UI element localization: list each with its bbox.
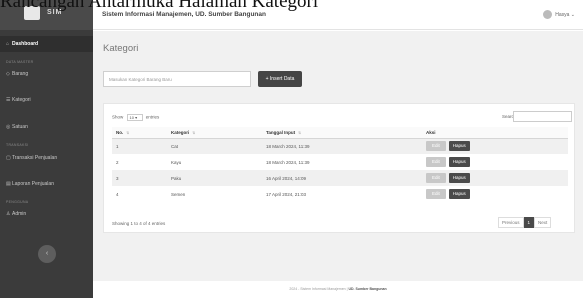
pagination: Previous 1 Next — [498, 217, 552, 228]
delete-button[interactable]: Hapus — [448, 189, 470, 199]
cell-tanggal: 16 April 2024, 14:09 — [262, 170, 422, 186]
entries-info: Showing 1 to 4 of 4 entries — [112, 221, 166, 226]
edit-button[interactable]: Edit — [426, 173, 446, 183]
insert-data-button[interactable]: + Insert Data — [258, 71, 302, 87]
sidebar-item-label: Kategori — [12, 97, 31, 103]
cell-tanggal: 18 March 2024, 11:39 — [266, 159, 310, 165]
sidebar-item-label: Laporan Penjualan — [12, 181, 54, 187]
caption-text: Rancangan Antarmuka Halaman Kategori — [0, 0, 319, 12]
sidebar-item-kategori[interactable]: ☰ Kategori — [0, 92, 93, 108]
app-window: SIM ⌂ Dashboard DATA MASTER ◇ Barang ☰ Kate… — [0, 0, 583, 298]
show-label: Show — [112, 114, 124, 120]
sidebar-item-transaksi-penjualan[interactable]: ▢Transaksi Penjualan — [0, 150, 93, 166]
sidebar-item-admin[interactable]: ♙ Admin — [0, 206, 93, 222]
main-content: Kategori + Insert Data Show 10 ▾ entries… — [93, 31, 583, 298]
previous-page-button[interactable]: Previous — [498, 217, 524, 228]
cell-no: 3 — [112, 170, 167, 186]
entries-label: entries — [145, 114, 160, 120]
cell-kategori: Semen — [171, 191, 186, 197]
user-name: Hasya — [555, 11, 570, 18]
cell-no: 1 — [112, 138, 167, 154]
entries-control: Show 10 ▾ entries — [112, 114, 159, 121]
sidebar-item-laporan-penjualan[interactable]: ▤Laporan Penjualan — [0, 176, 93, 192]
entries-select[interactable]: 10 ▾ — [126, 114, 143, 121]
cell-aksi: Edit Hapus — [422, 138, 568, 154]
cell-no: 2 — [116, 159, 119, 165]
footer-brand: UD. Sumber Bangunan — [348, 287, 387, 291]
column-header-aksi[interactable]: Aksi — [422, 127, 568, 139]
table-row: 2 Kayu 18 March 2024, 11:39 Edit Hapus — [112, 154, 568, 170]
sidebar-item-dashboard[interactable]: ⌂ Dashboard — [0, 36, 93, 52]
sort-icon: ⇅ — [192, 130, 196, 135]
page-button-1[interactable]: 1 — [523, 217, 535, 228]
column-header-tanggal-input[interactable]: Tanggal Input ⇅ — [262, 127, 422, 139]
cell-no: 4 — [116, 191, 119, 197]
sidebar-item-label: Barang — [12, 71, 29, 77]
sidebar-item-label: Admin — [12, 211, 27, 217]
figure-caption: Rancangan Antarmuka Halaman Kategori — [0, 0, 583, 12]
sort-icon: ⇅ — [126, 130, 130, 135]
edit-button[interactable]: Edit — [426, 141, 446, 152]
category-input[interactable] — [103, 71, 251, 87]
nav-heading-transaksi: TRANSAKSI — [6, 143, 29, 147]
next-page-button[interactable]: Next — [534, 217, 552, 228]
category-table-panel: Show 10 ▾ entries Search: No. ⇅ Kategori ⇅… — [103, 103, 575, 233]
column-header-kategori[interactable]: Kategori ⇅ — [167, 127, 262, 139]
sidebar-item-label: Transaksi Penjualan — [12, 155, 58, 161]
table-row: 3 Paku 16 April 2024, 14:09 Edit Hapus — [112, 170, 568, 186]
edit-button[interactable]: Edit — [426, 157, 446, 167]
app-title: Sistem Informasi Manajemen, UD. Sumber B… — [102, 11, 266, 18]
footer-text: 2024 - Sistem Informasi Manajemen — [289, 287, 346, 291]
sidebar-item-label: Satuan — [12, 124, 28, 130]
cell-aksi: Edit Hapus — [422, 154, 568, 170]
cell-aksi: Edit Hapus — [422, 170, 568, 186]
sort-icon: ⇅ — [298, 130, 302, 135]
chevron-down-icon: ⌄ — [570, 11, 575, 18]
table-row: 1 Cat 18 March 2024, 11:39 Edit Hapus — [112, 138, 568, 154]
nav-heading-data-master: DATA MASTER — [6, 60, 34, 64]
delete-button[interactable]: Hapus — [448, 173, 470, 183]
sidebar-toggle-button[interactable]: ‹ — [38, 245, 56, 263]
search-input[interactable] — [513, 111, 572, 122]
sidebar-item-label: Dashboard — [12, 41, 39, 47]
cell-tanggal: 18 March 2024, 11:39 — [262, 138, 422, 154]
edit-button[interactable]: Edit — [426, 189, 446, 199]
column-header-no[interactable]: No. ⇅ — [112, 127, 167, 139]
sidebar: SIM ⌂ Dashboard DATA MASTER ◇ Barang ☰ Kate… — [0, 0, 93, 298]
nav-heading-pengguna: PENGGUNA — [6, 200, 29, 204]
category-table: No. ⇅ Kategori ⇅ Tanggal Input ⇅ Aksi 1 Cat… — [112, 127, 568, 202]
cell-kategori: Cat — [167, 138, 262, 154]
table-row: 4 Semen 17 April 2024, 21:03 Edit Hapus — [112, 186, 568, 202]
delete-button[interactable]: Hapus — [448, 157, 470, 167]
cell-aksi: Edit Hapus — [422, 186, 568, 202]
cell-kategori: Paku — [167, 170, 262, 186]
sidebar-item-barang[interactable]: ◇ Barang — [0, 66, 93, 82]
cell-kategori: Kayu — [171, 159, 182, 165]
sidebar-item-satuan[interactable]: ◎ Satuan — [0, 119, 93, 135]
page-title: Kategori — [103, 43, 139, 54]
footer: 2024 - Sistem Informasi Manajemen | UD. … — [93, 281, 583, 298]
entries-value: 10 — [129, 115, 134, 120]
delete-button[interactable]: Hapus — [448, 141, 470, 152]
cell-tanggal: 17 April 2024, 21:03 — [266, 191, 307, 197]
